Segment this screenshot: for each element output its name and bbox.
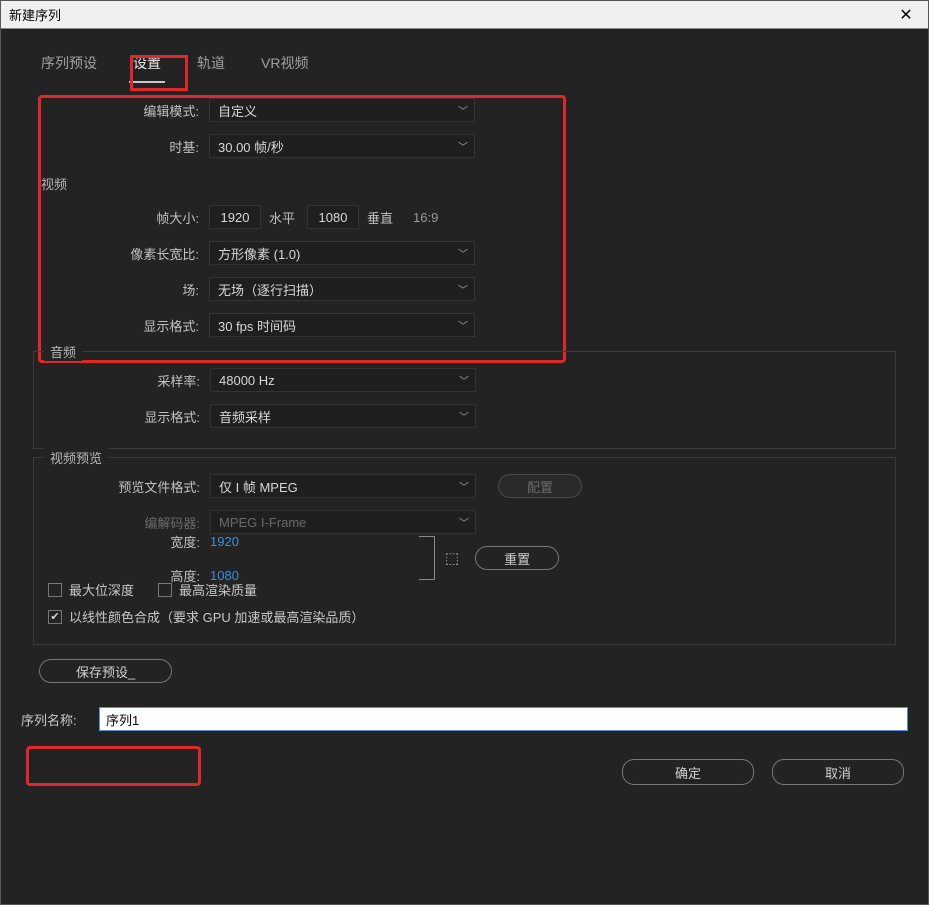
label-sample-rate: 采样率: — [34, 371, 210, 390]
checkbox-linear-composite[interactable]: 以线性颜色合成（要求 GPU 加速或最高渲染品质） — [48, 607, 364, 626]
chevron-down-icon: ﹀ — [459, 373, 469, 388]
input-frame-width[interactable]: 1920 — [209, 205, 261, 229]
label-edit-mode: 编辑模式: — [33, 101, 209, 120]
link-icon[interactable]: ⬚ — [445, 549, 459, 567]
chevron-down-icon: ﹀ — [458, 318, 468, 333]
label-timebase: 时基: — [33, 137, 209, 156]
label-display-format-audio: 显示格式: — [34, 407, 210, 426]
input-preview-width[interactable]: 1920 — [210, 534, 239, 549]
label-fields: 场: — [33, 280, 209, 299]
aspect-ratio: 16:9 — [413, 210, 438, 225]
dropdown-preview-format[interactable]: 仅 I 帧 MPEG ﹀ — [210, 474, 476, 498]
section-audio: 音频 — [44, 342, 82, 361]
dropdown-timebase[interactable]: 30.00 帧/秒 ﹀ — [209, 134, 475, 158]
sequence-name-input[interactable] — [99, 707, 908, 731]
input-frame-height[interactable]: 1080 — [307, 205, 359, 229]
label-pixel-aspect: 像素长宽比: — [33, 244, 209, 263]
label-frame-size: 帧大小: — [33, 208, 209, 227]
label-preview-width: 宽度: — [34, 532, 210, 551]
dropdown-display-format-audio[interactable]: 音频采样 ﹀ — [210, 404, 476, 428]
label-display-format-video: 显示格式: — [33, 316, 209, 335]
tab-presets[interactable]: 序列预设 — [37, 47, 101, 83]
label-preview-format: 预览文件格式: — [34, 477, 210, 496]
chevron-down-icon: ﹀ — [459, 515, 469, 530]
fieldset-audio: 音频 采样率: 48000 Hz ﹀ 显示格式: 音频采样 ﹀ — [33, 351, 896, 449]
dropdown-edit-mode[interactable]: 自定义 ﹀ — [209, 98, 475, 122]
label-sequence-name: 序列名称: — [21, 710, 99, 729]
window-title: 新建序列 — [9, 5, 892, 24]
dropdown-display-format-video[interactable]: 30 fps 时间码 ﹀ — [209, 313, 475, 337]
checkbox-icon — [48, 610, 62, 624]
tabs: 序列预设 设置 轨道 VR视频 — [1, 29, 928, 84]
chevron-down-icon: ﹀ — [459, 479, 469, 494]
chevron-down-icon: ﹀ — [458, 282, 468, 297]
configure-button: 配置 — [498, 474, 582, 498]
link-bracket-icon — [419, 536, 435, 580]
chevron-down-icon: ﹀ — [458, 103, 468, 118]
label-vertical: 垂直 — [367, 208, 393, 227]
label-codec: 编解码器: — [34, 513, 210, 532]
close-icon[interactable]: ✕ — [892, 1, 920, 29]
chevron-down-icon: ﹀ — [458, 246, 468, 261]
cancel-button[interactable]: 取消 — [772, 759, 904, 785]
checkbox-icon — [48, 583, 62, 597]
section-preview: 视频预览 — [44, 448, 108, 467]
chevron-down-icon: ﹀ — [459, 409, 469, 424]
tab-settings[interactable]: 设置 — [129, 47, 165, 83]
ok-button[interactable]: 确定 — [622, 759, 754, 785]
checkbox-max-quality[interactable]: 最高渲染质量 — [158, 580, 257, 599]
checkbox-max-bit-depth[interactable]: 最大位深度 — [48, 580, 134, 599]
fieldset-preview: 视频预览 预览文件格式: 仅 I 帧 MPEG ﹀ 配置 编解码器: MPEG … — [33, 457, 896, 645]
label-horizontal: 水平 — [269, 208, 295, 227]
chevron-down-icon: ﹀ — [458, 139, 468, 154]
checkbox-icon — [158, 583, 172, 597]
dropdown-fields[interactable]: 无场（逐行扫描） ﹀ — [209, 277, 475, 301]
reset-button[interactable]: 重置 — [475, 546, 559, 570]
titlebar: 新建序列 ✕ — [1, 1, 928, 29]
dropdown-pixel-aspect[interactable]: 方形像素 (1.0) ﹀ — [209, 241, 475, 265]
tab-tracks[interactable]: 轨道 — [193, 47, 229, 83]
save-preset-button[interactable]: 保存预设_ — [39, 659, 172, 683]
dropdown-sample-rate[interactable]: 48000 Hz ﹀ — [210, 368, 476, 392]
section-video: 视频 — [41, 174, 896, 193]
dropdown-codec: MPEG I-Frame ﹀ — [210, 510, 476, 534]
tab-vr[interactable]: VR视频 — [257, 47, 312, 83]
